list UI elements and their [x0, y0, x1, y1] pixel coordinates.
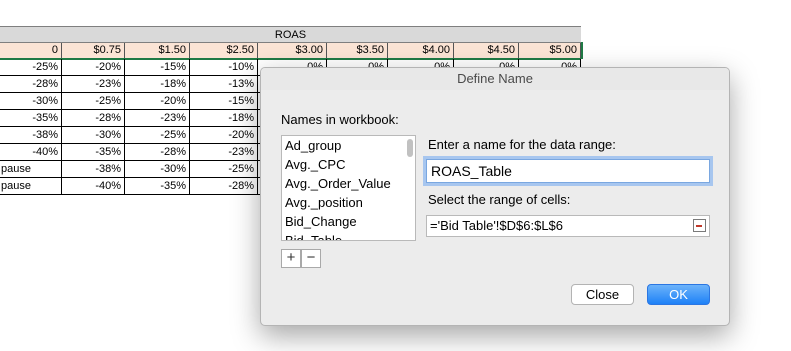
column-header[interactable]: $3.50 — [327, 43, 388, 58]
table-cell[interactable]: -10% — [190, 59, 258, 76]
names-list[interactable]: Ad_group Avg._CPC Avg._Order_Value Avg._pos… — [281, 135, 416, 241]
column-header[interactable]: $4.50 — [454, 43, 519, 58]
column-header[interactable]: $4.00 — [388, 43, 454, 58]
list-item[interactable]: Avg._position — [285, 193, 363, 212]
table-cell[interactable]: -40% — [0, 144, 62, 161]
dialog-title: Define Name — [261, 68, 729, 90]
list-item[interactable]: Bid_Change — [285, 212, 357, 231]
table-cell[interactable]: -28% — [125, 144, 190, 161]
column-header[interactable]: $5.00 — [519, 43, 581, 58]
table-cell[interactable]: -25% — [0, 59, 62, 76]
column-header[interactable]: $1.50 — [125, 43, 190, 58]
table-cell[interactable]: -40% — [62, 178, 125, 195]
table-cell[interactable]: -18% — [125, 76, 190, 93]
name-input[interactable]: ROAS_Table — [426, 159, 710, 183]
range-input[interactable]: ='Bid Table'!$D$6:$L$6 — [426, 215, 710, 237]
table-cell[interactable]: -23% — [62, 76, 125, 93]
table-cell[interactable]: -35% — [62, 144, 125, 161]
column-header[interactable]: $0.75 — [62, 43, 125, 58]
list-item[interactable]: Bid_Table — [285, 231, 342, 240]
table-cell[interactable]: -35% — [125, 178, 190, 195]
column-header[interactable]: $2.50 — [190, 43, 258, 58]
table-cell[interactable]: pause — [0, 178, 62, 195]
table-cell[interactable]: -13% — [190, 76, 258, 93]
table-cell[interactable]: -30% — [0, 93, 62, 110]
table-cell[interactable]: -23% — [190, 144, 258, 161]
add-name-button[interactable]: + — [281, 249, 301, 268]
table-cell[interactable]: pause — [0, 161, 62, 178]
collapse-range-icon[interactable] — [693, 219, 706, 232]
names-in-workbook-label: Names in workbook: — [281, 112, 399, 127]
column-header[interactable]: $3.00 — [258, 43, 327, 58]
names-list-scrollbar[interactable] — [407, 139, 413, 157]
define-name-dialog: Define Name Names in workbook: Ad_group A… — [260, 67, 730, 326]
name-prompt-label: Enter a name for the data range: — [428, 137, 616, 152]
column-header-row: 0 $0.75 $1.50 $2.50 $3.00 $3.50 $4.00 $4.50 $5.0… — [0, 42, 581, 60]
table-cell[interactable]: -20% — [190, 127, 258, 144]
table-cell[interactable]: -38% — [62, 161, 125, 178]
table-cell[interactable]: -38% — [0, 127, 62, 144]
table-cell[interactable]: -20% — [125, 93, 190, 110]
row-label: pause — [1, 180, 31, 192]
ok-button[interactable]: OK — [647, 284, 710, 305]
close-button[interactable]: Close — [571, 284, 634, 305]
table-cell[interactable]: -28% — [62, 110, 125, 127]
table-cell[interactable]: -28% — [190, 178, 258, 195]
table-cell[interactable]: -35% — [0, 110, 62, 127]
table-cell[interactable]: -15% — [190, 93, 258, 110]
column-header[interactable]: 0 — [0, 43, 62, 58]
list-item[interactable]: Avg._CPC — [285, 155, 345, 174]
table-cell[interactable]: -20% — [62, 59, 125, 76]
range-value: ='Bid Table'!$D$6:$L$6 — [430, 218, 564, 233]
table-cell[interactable]: -18% — [190, 110, 258, 127]
table-cell[interactable]: -28% — [0, 76, 62, 93]
table-cell[interactable]: -15% — [125, 59, 190, 76]
remove-name-button[interactable]: − — [301, 249, 321, 268]
table-cell[interactable]: -30% — [62, 127, 125, 144]
row-label: pause — [1, 163, 31, 175]
roas-group-header[interactable]: ROAS — [0, 26, 581, 43]
table-cell[interactable]: -30% — [125, 161, 190, 178]
list-item[interactable]: Ad_group — [285, 136, 341, 155]
table-cell[interactable]: -25% — [190, 161, 258, 178]
table-cell[interactable]: -23% — [125, 110, 190, 127]
table-cell[interactable]: -25% — [62, 93, 125, 110]
range-prompt-label: Select the range of cells: — [428, 192, 571, 207]
list-item[interactable]: Avg._Order_Value — [285, 174, 391, 193]
table-cell[interactable]: -25% — [125, 127, 190, 144]
selection-border — [581, 42, 583, 59]
